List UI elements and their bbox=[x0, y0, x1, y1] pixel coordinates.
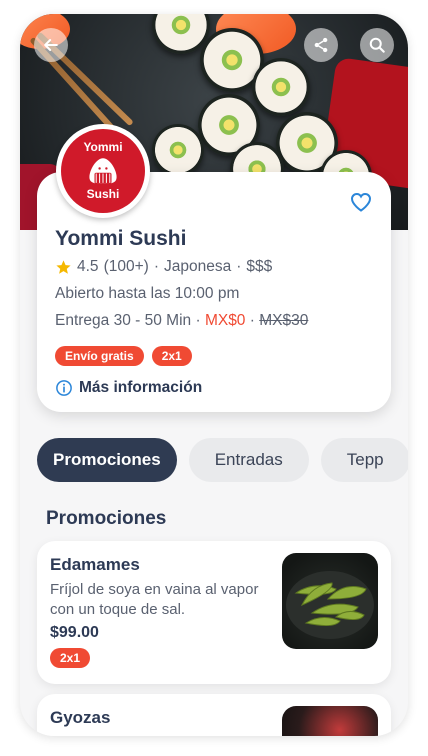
tab-entradas[interactable]: Entradas bbox=[188, 438, 309, 482]
product-image bbox=[282, 553, 378, 649]
category-tabs: Promociones Entradas Tepp bbox=[37, 438, 408, 482]
product-name: Edamames bbox=[50, 555, 140, 574]
rating-value: 4.5 bbox=[77, 258, 99, 275]
tab-teppanyaki[interactable]: Tepp bbox=[320, 438, 408, 482]
share-button[interactable] bbox=[304, 28, 338, 62]
info-icon bbox=[56, 380, 72, 396]
separator: · bbox=[236, 258, 242, 275]
product-name: Gyozas bbox=[50, 708, 111, 727]
delivery-row: Entrega 30 - 50 Min · MX$0 · MX$30 bbox=[55, 312, 308, 330]
more-info-link[interactable]: Más información bbox=[55, 379, 202, 397]
logo-text-top: Yommi bbox=[83, 140, 123, 154]
free-shipping-badge: Envío gratis bbox=[55, 346, 144, 366]
restaurant-name: Yommi Sushi bbox=[55, 227, 187, 250]
tab-promociones[interactable]: Promociones bbox=[37, 438, 177, 482]
product-promo-badge: 2x1 bbox=[50, 648, 91, 668]
product-card[interactable]: Gyozas bbox=[37, 694, 391, 736]
logo-text-bottom: Sushi bbox=[86, 187, 120, 201]
rating-row: 4.5 (100+) · Japonesa · $$$ bbox=[55, 258, 272, 276]
search-button[interactable] bbox=[360, 28, 394, 62]
review-count: (100+) bbox=[103, 258, 149, 275]
app-screen: Yommi Sushi Yommi Sushi 4.5 (100+) · Jap… bbox=[20, 14, 408, 736]
badge-row: Envío gratis 2x1 bbox=[55, 346, 192, 366]
product-image bbox=[282, 706, 378, 736]
section-title: Promociones bbox=[46, 508, 167, 529]
delivery-time: Entrega 30 - 50 Min bbox=[55, 312, 192, 329]
restaurant-logo: Yommi Sushi bbox=[56, 124, 150, 218]
promo-badge: 2x1 bbox=[151, 346, 192, 366]
product-price: $99.00 bbox=[50, 624, 99, 641]
opening-hours: Abierto hasta las 10:00 pm bbox=[55, 285, 240, 302]
product-description: Fríjol de soya en vaina al vapor con un … bbox=[50, 581, 259, 618]
heart-icon[interactable] bbox=[349, 190, 373, 214]
arrow-left-icon bbox=[44, 39, 58, 51]
cuisine: Japonesa bbox=[163, 258, 232, 275]
delivery-fee-old: MX$30 bbox=[259, 312, 309, 329]
separator: · bbox=[249, 312, 255, 329]
share-icon bbox=[314, 37, 328, 53]
delivery-fee: MX$0 bbox=[204, 312, 246, 329]
onigiri-icon bbox=[89, 158, 117, 184]
separator: · bbox=[153, 258, 159, 275]
product-card[interactable]: Edamames Fríjol de soya en vaina al vapo… bbox=[37, 541, 391, 684]
search-icon bbox=[369, 37, 385, 53]
back-button[interactable] bbox=[34, 28, 68, 62]
star-icon bbox=[56, 259, 71, 274]
more-info-label: Más información bbox=[79, 379, 203, 396]
price-level: $$$ bbox=[246, 258, 273, 275]
separator: · bbox=[195, 312, 201, 329]
